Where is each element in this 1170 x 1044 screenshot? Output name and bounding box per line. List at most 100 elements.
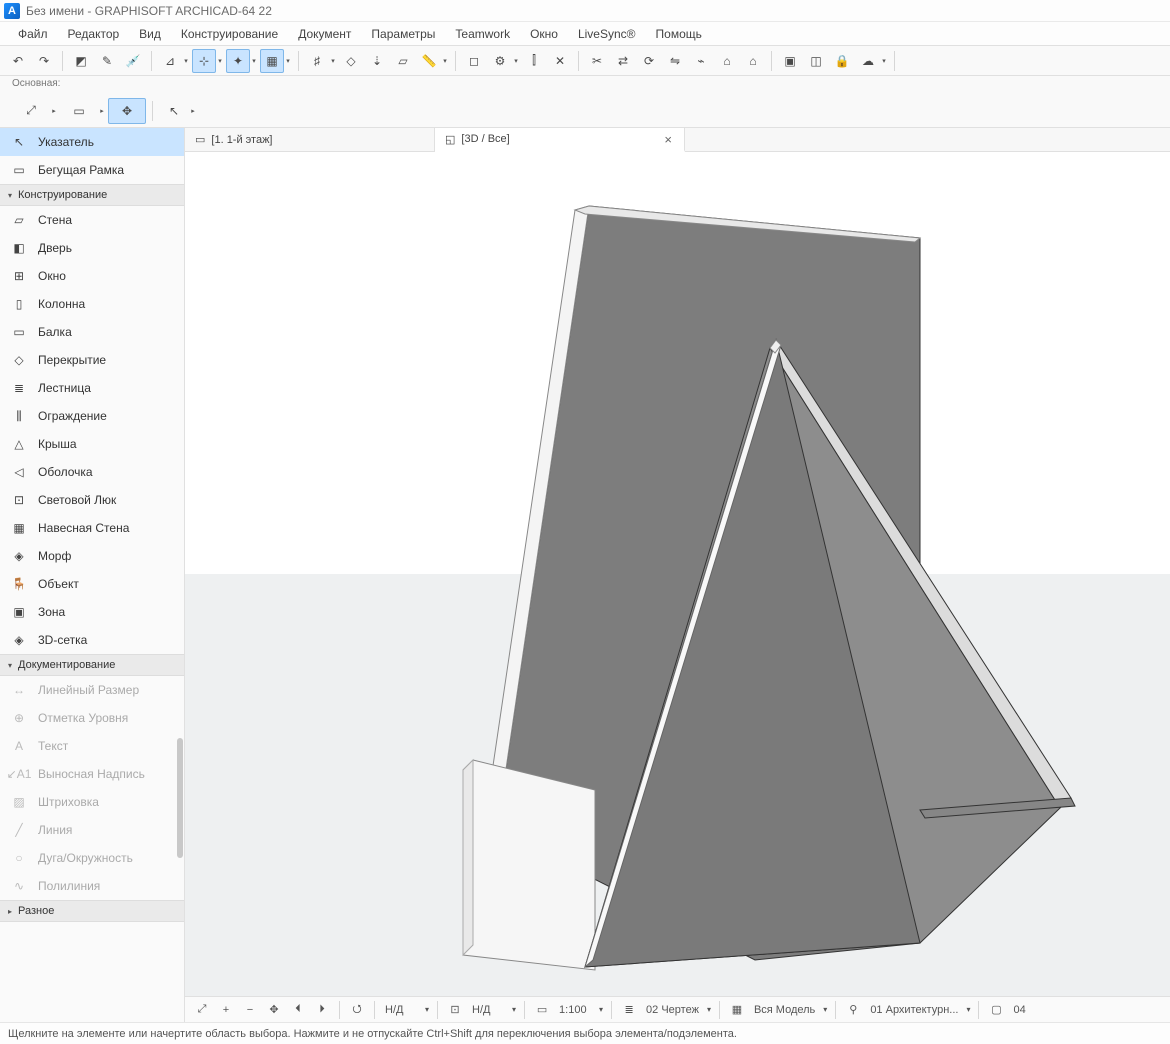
tool-label[interactable]: ↙A1Выносная Надпись (0, 760, 184, 788)
chevron-right-icon[interactable]: ▸ (98, 99, 106, 123)
menu-livesync[interactable]: LiveSync® (568, 23, 646, 45)
tool-morph[interactable]: ◈Морф (0, 542, 184, 570)
group-misc[interactable]: ▸ Разное (0, 900, 184, 922)
tool-pointer[interactable]: ↖ Указатель (0, 128, 184, 156)
tool-stair[interactable]: ≣Лестница (0, 374, 184, 402)
scale-group[interactable]: ▭ 1:100 ▾ (531, 999, 605, 1021)
mirror-button[interactable]: ⇋ (663, 49, 687, 73)
plane-button[interactable]: ◇ (339, 49, 363, 73)
right-num-group[interactable]: ▢ 04 (985, 999, 1049, 1021)
menu-teamwork[interactable]: Teamwork (445, 23, 520, 45)
gravity-button[interactable]: ⇣ (365, 49, 389, 73)
options-button[interactable]: ⚙ (488, 49, 512, 73)
orientation-1-group[interactable]: Н/Д ▾ (381, 1004, 431, 1016)
move-button[interactable]: ⇄ (611, 49, 635, 73)
inject-button[interactable]: 💉 (121, 49, 145, 73)
chevron-down-icon[interactable]: ▾ (880, 49, 888, 73)
grid-toggle-button[interactable]: ♯ (305, 49, 329, 73)
group-documentation[interactable]: ▾ Документирование (0, 654, 184, 676)
eyedropper-button[interactable]: ✎ (95, 49, 119, 73)
pick-button[interactable]: ◩ (69, 49, 93, 73)
section-plane-button[interactable]: ▱ (391, 49, 415, 73)
window-3d-button[interactable]: ▣ (778, 49, 802, 73)
zoom-prev-button[interactable]: ⏴ (287, 999, 309, 1021)
cursor-mode-3[interactable]: ✥ (108, 98, 146, 124)
redo-button[interactable]: ↷ (32, 49, 56, 73)
resize-button[interactable]: ⌂ (741, 49, 765, 73)
snap-button-2[interactable]: ✦ (226, 49, 250, 73)
tool-railing[interactable]: ⫼Ограждение (0, 402, 184, 430)
chevron-down-icon[interactable]: ▾ (284, 49, 292, 73)
tool-beam[interactable]: ▭Балка (0, 318, 184, 346)
tool-dimension[interactable]: ↔Линейный Размер (0, 676, 184, 704)
tool-skylight[interactable]: ⊡Световой Люк (0, 486, 184, 514)
pan-button[interactable]: ✥ (263, 999, 285, 1021)
menu-help[interactable]: Помощь (646, 23, 712, 45)
cube-button[interactable]: ◻ (462, 49, 486, 73)
layer-combo-group[interactable]: ⚲ 01 Архитектурн... ▾ (842, 999, 972, 1021)
tab-3d-view[interactable]: ◱ [3D / Все] × (435, 128, 685, 152)
menu-editor[interactable]: Редактор (58, 23, 130, 45)
ruler-button[interactable]: 📏 (417, 49, 441, 73)
menu-file[interactable]: Файл (8, 23, 58, 45)
tool-level[interactable]: ⊕Отметка Уровня (0, 704, 184, 732)
snap-button-3[interactable]: ▦ (260, 49, 284, 73)
tool-fill[interactable]: ▨Штриховка (0, 788, 184, 816)
chevron-right-icon[interactable]: ▸ (189, 99, 197, 123)
tool-line[interactable]: ╱Линия (0, 816, 184, 844)
chevron-down-icon[interactable]: ▾ (250, 49, 258, 73)
chevron-down-icon[interactable]: ▾ (441, 49, 449, 73)
chevron-down-icon[interactable]: ▾ (821, 1005, 829, 1014)
menu-params[interactable]: Параметры (361, 23, 445, 45)
tool-polyline[interactable]: ∿Полилиния (0, 872, 184, 900)
measure-button[interactable]: ⫿ (522, 49, 546, 73)
close-icon[interactable]: × (662, 132, 674, 147)
section-button[interactable]: ◫ (804, 49, 828, 73)
tool-window[interactable]: ⊞Окно (0, 262, 184, 290)
cursor-mode-2[interactable]: ▭ (60, 98, 98, 124)
chevron-down-icon[interactable]: ▾ (510, 1005, 518, 1014)
cloud-button[interactable]: ☁ (856, 49, 880, 73)
3d-viewport[interactable] (185, 152, 1170, 996)
split-button[interactable]: ⌁ (689, 49, 713, 73)
group-construction[interactable]: ▾ Конструирование (0, 184, 184, 206)
menu-window[interactable]: Окно (520, 23, 568, 45)
tool-wall[interactable]: ▱Стена (0, 206, 184, 234)
tool-marquee[interactable]: ▭ Бегущая Рамка (0, 156, 184, 184)
pointer-arrow[interactable]: ↖ (159, 98, 189, 124)
snap-button-1[interactable]: ⊹ (192, 49, 216, 73)
zoom-out-button[interactable]: − (239, 999, 261, 1021)
suspend-button[interactable]: ✂ (585, 49, 609, 73)
tool-shell[interactable]: ◁Оболочка (0, 458, 184, 486)
tool-zone[interactable]: ▣Зона (0, 598, 184, 626)
zoom-next-button[interactable]: ⏵ (311, 999, 333, 1021)
trace-button[interactable]: ✕ (548, 49, 572, 73)
undo-button[interactable]: ↶ (6, 49, 30, 73)
draft-group[interactable]: ≣ 02 Чертеж ▾ (618, 999, 713, 1021)
tool-roof[interactable]: △Крыша (0, 430, 184, 458)
zoom-in-button[interactable]: + (215, 999, 237, 1021)
model-group[interactable]: ▦ Вся Модель ▾ (726, 999, 829, 1021)
tool-slab[interactable]: ◇Перекрытие (0, 346, 184, 374)
adjust-button[interactable]: ⌂ (715, 49, 739, 73)
guideline-button[interactable]: ⊿ (158, 49, 182, 73)
tool-door[interactable]: ◧Дверь (0, 234, 184, 262)
chevron-right-icon[interactable]: ▸ (50, 99, 58, 123)
lock-button[interactable]: 🔒 (830, 49, 854, 73)
menu-view[interactable]: Вид (129, 23, 171, 45)
tab-floor-plan[interactable]: ▭ [1. 1-й этаж] (185, 128, 435, 151)
chevron-down-icon[interactable]: ▾ (597, 1005, 605, 1014)
tool-mesh[interactable]: ◈3D-сетка (0, 626, 184, 654)
chevron-down-icon[interactable]: ▾ (964, 1005, 972, 1014)
chevron-down-icon[interactable]: ▾ (182, 49, 190, 73)
chevron-down-icon[interactable]: ▾ (216, 49, 224, 73)
menu-construct[interactable]: Конструирование (171, 23, 288, 45)
cursor-mode-1[interactable]: ⤢ (12, 98, 50, 124)
chevron-down-icon[interactable]: ▾ (423, 1005, 431, 1014)
toolbox-scrollbar[interactable] (177, 738, 183, 858)
tool-curtain[interactable]: ▦Навесная Стена (0, 514, 184, 542)
tool-arc[interactable]: ○Дуга/Окружность (0, 844, 184, 872)
menu-document[interactable]: Документ (288, 23, 361, 45)
rotate-button[interactable]: ⟳ (637, 49, 661, 73)
tool-text[interactable]: AТекст (0, 732, 184, 760)
